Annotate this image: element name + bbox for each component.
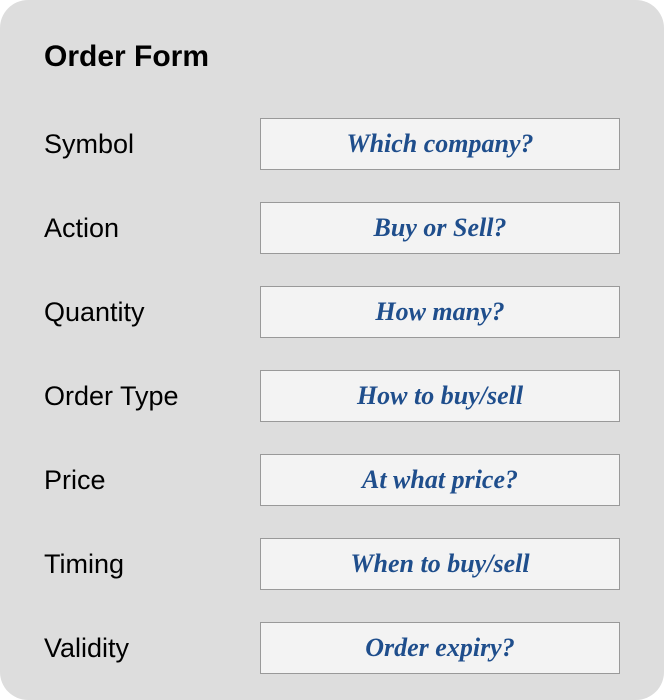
label-price: Price — [44, 465, 260, 496]
row-quantity: Quantity How many? — [44, 286, 620, 338]
form-rows: Symbol Which company? Action Buy or Sell… — [44, 118, 620, 674]
row-action: Action Buy or Sell? — [44, 202, 620, 254]
label-timing: Timing — [44, 549, 260, 580]
input-price[interactable]: At what price? — [260, 454, 620, 506]
label-validity: Validity — [44, 633, 260, 664]
label-symbol: Symbol — [44, 129, 260, 160]
input-timing[interactable]: When to buy/sell — [260, 538, 620, 590]
label-order-type: Order Type — [44, 381, 260, 412]
row-timing: Timing When to buy/sell — [44, 538, 620, 590]
input-quantity[interactable]: How many? — [260, 286, 620, 338]
input-symbol[interactable]: Which company? — [260, 118, 620, 170]
row-symbol: Symbol Which company? — [44, 118, 620, 170]
row-validity: Validity Order expiry? — [44, 622, 620, 674]
label-quantity: Quantity — [44, 297, 260, 328]
row-order-type: Order Type How to buy/sell — [44, 370, 620, 422]
order-form-panel: Order Form Symbol Which company? Action … — [0, 0, 664, 700]
input-action[interactable]: Buy or Sell? — [260, 202, 620, 254]
input-validity[interactable]: Order expiry? — [260, 622, 620, 674]
row-price: Price At what price? — [44, 454, 620, 506]
input-order-type[interactable]: How to buy/sell — [260, 370, 620, 422]
form-title: Order Form — [44, 40, 620, 74]
label-action: Action — [44, 213, 260, 244]
